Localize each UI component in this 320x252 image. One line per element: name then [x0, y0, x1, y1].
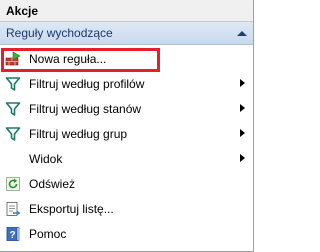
section-header-outbound-rules[interactable]: Reguły wychodzące — [0, 22, 253, 45]
submenu-arrow-icon — [240, 154, 245, 162]
blank-icon — [5, 151, 21, 167]
action-label: Filtruj według grup — [29, 126, 128, 141]
action-new-rule[interactable]: Nowa reguła... — [0, 46, 253, 71]
export-list-icon — [5, 201, 21, 217]
svg-text:?: ? — [9, 230, 15, 241]
action-label: Widok — [29, 151, 63, 166]
help-icon: ? — [5, 226, 21, 242]
action-help[interactable]: ? Pomoc — [0, 221, 253, 246]
action-label: Eksportuj listę... — [29, 201, 114, 216]
action-filter-by-state[interactable]: Filtruj według stanów — [0, 96, 253, 121]
filter-icon — [5, 76, 21, 92]
action-filter-by-group[interactable]: Filtruj według grup — [0, 121, 253, 146]
action-label: Nowa reguła... — [29, 51, 107, 66]
refresh-icon — [5, 176, 21, 192]
section-title: Reguły wychodzące — [6, 26, 113, 40]
action-refresh[interactable]: Odśwież — [0, 171, 253, 196]
actions-pane: Akcje Reguły wychodzące Nowa reguła... F… — [0, 0, 254, 252]
action-export-list[interactable]: Eksportuj listę... — [0, 196, 253, 221]
actions-pane-title: Akcje — [6, 3, 39, 18]
action-label: Filtruj według profilów — [29, 76, 145, 91]
action-filter-by-profile[interactable]: Filtruj według profilów — [0, 71, 253, 96]
new-rule-icon — [5, 50, 21, 67]
filter-icon — [5, 101, 21, 117]
action-label: Filtruj według stanów — [29, 101, 142, 116]
submenu-arrow-icon — [240, 79, 245, 87]
submenu-arrow-icon — [240, 104, 245, 112]
filter-icon — [5, 126, 21, 142]
action-label: Pomoc — [29, 226, 67, 241]
submenu-arrow-icon — [240, 129, 245, 137]
actions-list: Nowa reguła... Filtruj według profilów F… — [0, 45, 253, 246]
action-label: Odśwież — [29, 176, 76, 191]
action-view[interactable]: Widok — [0, 146, 253, 171]
actions-pane-header: Akcje — [0, 0, 253, 22]
collapse-caret-icon[interactable] — [237, 30, 247, 36]
